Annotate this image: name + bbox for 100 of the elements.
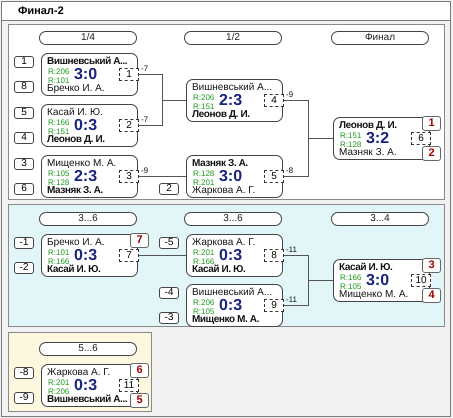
match-number: 1 bbox=[119, 68, 139, 81]
match-number: 6 bbox=[411, 132, 431, 145]
rating-label: R:206 bbox=[193, 298, 214, 307]
seed-tag: 1 bbox=[14, 56, 34, 68]
player-name: Касай И. Ю. bbox=[339, 262, 392, 274]
seed-tag: -4 bbox=[159, 287, 179, 299]
seed-tag: -5 bbox=[159, 237, 179, 249]
match-number: 5 bbox=[264, 170, 284, 183]
player-name: Касай И. Ю. bbox=[47, 107, 103, 118]
seed-tag: -2 bbox=[14, 262, 34, 274]
match-score: 0:3 bbox=[219, 247, 242, 265]
rating-label: R:151 bbox=[193, 102, 214, 111]
player-name: Мазняк З. А. bbox=[192, 158, 248, 170]
player-name: Жаркова А. Г. bbox=[192, 185, 256, 197]
player-name: Бречко И. А. bbox=[47, 83, 105, 95]
rating-label: R:151 bbox=[340, 131, 362, 140]
round-header: Финал bbox=[331, 31, 429, 45]
match-score: 2:3 bbox=[74, 168, 98, 186]
round-header: 3...6 bbox=[39, 212, 137, 226]
player-name: Мищенко М. А. bbox=[339, 289, 408, 301]
rating-label: R:201 bbox=[193, 178, 214, 187]
rating-label: R:166 bbox=[48, 257, 70, 266]
match-score: 3:0 bbox=[219, 168, 242, 186]
rating-label: R:206 bbox=[193, 93, 214, 102]
match-number: 3 bbox=[119, 170, 139, 183]
rating-label: R:105 bbox=[48, 169, 70, 178]
match-score: 3:2 bbox=[366, 130, 390, 148]
seed-tag: 6 bbox=[14, 183, 34, 195]
match-score: 3:0 bbox=[74, 66, 98, 84]
seed-tag: 3 bbox=[14, 158, 34, 170]
player-name: Мищенко М. А. bbox=[192, 314, 259, 326]
rating-label: R:128 bbox=[340, 140, 362, 149]
loser-destination: -7 bbox=[141, 115, 148, 124]
player-name: Леонов Д. И. bbox=[192, 109, 250, 121]
rating-label: R:166 bbox=[48, 118, 70, 127]
match-number: 2 bbox=[119, 119, 139, 132]
window-title: Финал-2 bbox=[18, 5, 64, 17]
rating-label: R:128 bbox=[48, 178, 70, 187]
loser-destination: -9 bbox=[286, 90, 294, 99]
round-header: 1/4 bbox=[39, 31, 137, 45]
rating-label: R:201 bbox=[193, 248, 214, 257]
seed-tag: 4 bbox=[14, 132, 34, 144]
loser-destination: -7 bbox=[141, 64, 148, 73]
player-name: Мазняк З. А. bbox=[47, 185, 103, 197]
rating-label: R:201 bbox=[48, 378, 70, 387]
round-header: 3...6 bbox=[184, 212, 282, 226]
seed-tag: 8 bbox=[14, 81, 34, 93]
rating-label: R:105 bbox=[193, 307, 214, 316]
player-name: Вишневський А... bbox=[47, 56, 128, 68]
place-badge: 6 bbox=[130, 363, 149, 378]
loser-destination: -11 bbox=[286, 245, 297, 254]
match-score: 3:0 bbox=[366, 272, 390, 290]
player-name: Касай И. Ю. bbox=[47, 264, 100, 276]
rating-label: R:151 bbox=[48, 127, 70, 136]
player-name: Вишневський А... bbox=[192, 82, 272, 94]
place-badge: 2 bbox=[422, 146, 441, 161]
match-number: 10 bbox=[411, 274, 431, 287]
seed-tag: 5 bbox=[14, 107, 34, 119]
place-badge: 5 bbox=[130, 393, 149, 408]
place-badge: 3 bbox=[422, 258, 441, 273]
seed-tag: -3 bbox=[159, 312, 179, 324]
match-score: 0:3 bbox=[219, 297, 242, 315]
match-number: 8 bbox=[264, 249, 284, 262]
player-name: Касай И. Ю. bbox=[192, 264, 246, 276]
match-number: 7 bbox=[119, 249, 139, 262]
player-name: Жаркова А. Г. bbox=[47, 367, 110, 378]
place-badge: 1 bbox=[422, 116, 441, 131]
loser-destination: -11 bbox=[286, 295, 297, 304]
player-name: Вишневський А... bbox=[47, 394, 128, 406]
rating-label: R:166 bbox=[193, 257, 214, 266]
match-score: 0:3 bbox=[74, 377, 98, 394]
place-badge: 7 bbox=[130, 233, 149, 248]
match-score: 0:3 bbox=[74, 117, 98, 135]
player-name: Жаркова А. Г. bbox=[192, 237, 256, 248]
rating-label: R:105 bbox=[340, 282, 362, 291]
rating-label: R:101 bbox=[48, 248, 70, 257]
player-name: Бречко И. А. bbox=[47, 237, 105, 248]
round-header: 3...4 bbox=[331, 212, 429, 226]
player-name: Леонов Д. И. bbox=[47, 134, 105, 146]
player-name: Леонов Д. И. bbox=[339, 120, 397, 132]
seed-tag: -9 bbox=[14, 392, 34, 404]
match-number: 11 bbox=[119, 379, 139, 392]
rating-label: R:206 bbox=[48, 67, 70, 76]
seed-tag: -1 bbox=[14, 237, 34, 249]
match-score: 0:3 bbox=[74, 247, 98, 265]
rating-label: R:101 bbox=[48, 76, 70, 85]
round-header: 5...6 bbox=[39, 342, 137, 356]
loser-destination: -9 bbox=[141, 166, 148, 175]
rating-label: R:166 bbox=[340, 273, 362, 282]
match-number: 4 bbox=[264, 94, 284, 107]
rating-label: R:206 bbox=[48, 387, 70, 396]
loser-destination: -8 bbox=[286, 166, 294, 175]
seed-tag: -8 bbox=[14, 367, 34, 379]
player-name: Вишневський А... bbox=[192, 287, 272, 298]
match-score: 2:3 bbox=[219, 92, 242, 110]
player-name: Мищенко М. А. bbox=[47, 158, 116, 170]
seed-tag: 2 bbox=[159, 183, 179, 195]
rating-label: R:128 bbox=[193, 169, 214, 178]
place-badge: 4 bbox=[422, 288, 441, 303]
player-name: Мазняк З. А. bbox=[339, 147, 397, 159]
